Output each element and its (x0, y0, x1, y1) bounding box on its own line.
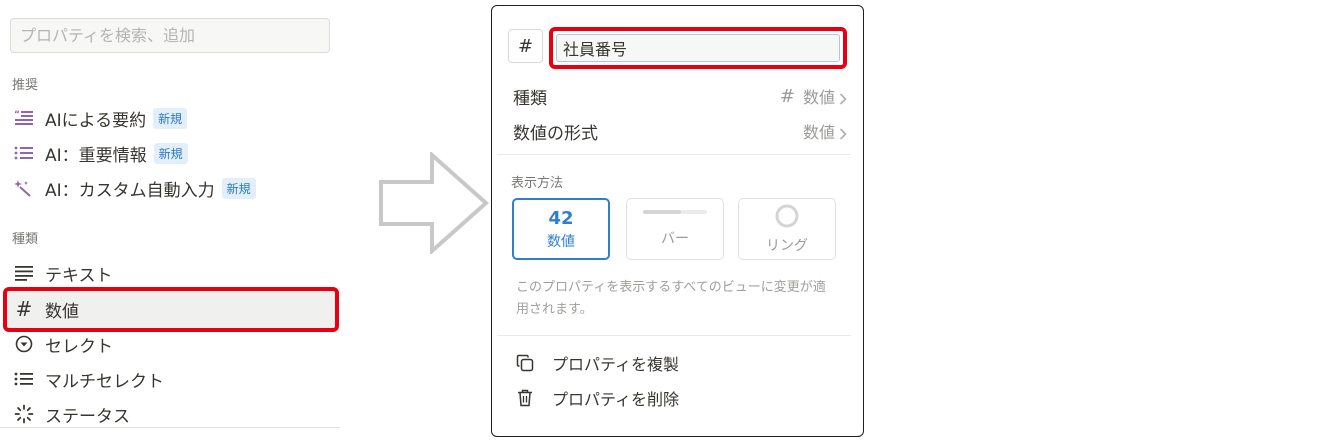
ai-summary-icon: “ (12, 106, 36, 130)
status-loader-icon (12, 402, 36, 426)
list-icon (12, 367, 36, 391)
divider (0, 427, 340, 428)
type-value-text: 数値 (802, 88, 835, 107)
menu-item-ai-summary[interactable]: “ AIによる要約 新規 (10, 102, 340, 134)
bar-preview-icon (643, 210, 707, 214)
duplicate-icon (516, 354, 534, 372)
display-method-label: 表示方法 (511, 176, 564, 191)
menu-item-ai-key-info[interactable]: AI：重要情報 新規 (10, 137, 340, 169)
menu-item-label: AI：カスタム自動入力 (45, 180, 215, 201)
number-format-row[interactable]: 数値の形式 数値 (492, 114, 865, 148)
hash-icon: # (517, 35, 534, 57)
name-input-highlight (549, 27, 847, 69)
new-badge: 新規 (221, 177, 256, 199)
divider (498, 335, 851, 336)
chevron-right-icon (839, 90, 847, 109)
type-row-label: 種類 (513, 88, 547, 109)
delete-label: プロパティを削除 (552, 390, 680, 409)
divider (498, 154, 851, 155)
menu-item-label: マルチセレクト (45, 371, 164, 392)
new-badge: 新規 (153, 142, 188, 164)
recommended-section-label: 推奨 (12, 78, 39, 93)
display-option-label: バー (661, 231, 689, 247)
new-badge: 新規 (153, 107, 188, 129)
type-row-value: # 数値 (780, 84, 835, 108)
display-option-bar[interactable]: バー (626, 198, 724, 260)
chevron-right-icon (839, 125, 847, 144)
property-search-input[interactable] (10, 18, 330, 53)
magic-wand-icon (12, 176, 36, 200)
duplicate-property-button[interactable]: プロパティを複製 (492, 346, 865, 380)
display-option-label: リング (766, 238, 808, 254)
number-sample-value: 42 (548, 207, 574, 229)
duplicate-label: プロパティを複製 (552, 355, 680, 374)
menu-item-number[interactable]: # 数値 (10, 293, 340, 325)
ring-preview-icon (774, 203, 800, 233)
menu-item-label: セレクト (45, 336, 113, 357)
menu-item-ai-custom-autofill[interactable]: AI：カスタム自動入力 新規 (10, 172, 340, 204)
delete-property-button[interactable]: プロパティを削除 (492, 381, 865, 415)
menu-item-label: AIによる要約 (45, 110, 147, 131)
hash-icon: # (779, 85, 795, 107)
text-lines-icon (12, 261, 36, 285)
menu-item-label: 数値 (45, 301, 79, 322)
menu-item-label: ステータス (45, 406, 130, 427)
display-option-number[interactable]: 42 数値 (512, 198, 610, 260)
right-arrow-icon (378, 150, 490, 258)
property-edit-popup: # 種類 # 数値 数値の形式 数値 表示方法 42 数値 バー (491, 5, 864, 437)
menu-item-status[interactable]: ステータス (10, 398, 340, 430)
bar-preview-fill (643, 210, 682, 214)
menu-item-text[interactable]: テキスト (10, 257, 340, 289)
menu-item-label: テキスト (45, 265, 113, 286)
display-option-ring[interactable]: リング (738, 198, 836, 260)
menu-item-label: AI：重要情報 (45, 145, 147, 166)
menu-item-multi-select[interactable]: マルチセレクト (10, 363, 340, 395)
display-description: このプロパティを表示するすべてのビューに変更が適用されます。 (516, 280, 826, 317)
hash-icon: # (15, 297, 33, 321)
property-type-icon-button[interactable]: # (508, 29, 543, 63)
select-circle-icon (12, 332, 36, 356)
property-type-row[interactable]: 種類 # 数値 (492, 79, 865, 113)
trash-icon (516, 389, 534, 407)
ai-key-info-icon (12, 141, 36, 165)
format-row-value: 数値 (802, 123, 835, 142)
display-option-label: 数値 (547, 233, 575, 250)
types-section-label: 種類 (12, 232, 39, 247)
svg-text:“: “ (14, 110, 20, 120)
format-row-label: 数値の形式 (513, 123, 598, 144)
property-name-input[interactable] (556, 34, 840, 62)
menu-item-select[interactable]: セレクト (10, 328, 340, 360)
property-menu: 推奨 “ AIによる要約 新規 AI：重要情報 新規 (0, 0, 345, 447)
